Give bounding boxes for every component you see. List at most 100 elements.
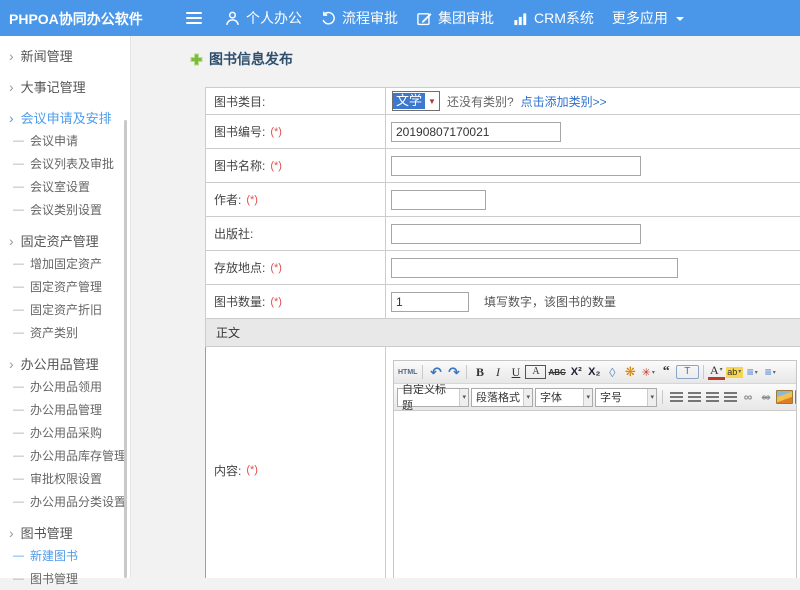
user-icon [224, 10, 241, 27]
strikethrough-button[interactable]: ABC [547, 364, 566, 381]
align-right-button[interactable] [704, 388, 720, 406]
unlink-button[interactable]: ∞ [758, 388, 774, 406]
sidebar-item-9[interactable]: —增加固定资产 [0, 252, 130, 275]
highlight-color-button[interactable]: ab▾ [726, 367, 743, 378]
paste-text-button[interactable]: T [676, 365, 699, 379]
form-field-cell [386, 115, 800, 148]
bold-button[interactable]: B [471, 364, 488, 381]
book-quantity-input[interactable] [391, 292, 469, 312]
blockquote-button[interactable]: “ [658, 364, 675, 381]
paragraph-format-select[interactable]: 段落格式▾ [471, 388, 533, 407]
form-row-2: 图书编号:(*) [205, 115, 800, 149]
topnav-item-2[interactable]: 流程审批 [320, 8, 398, 28]
menu-toggle-button[interactable] [186, 12, 202, 26]
form-row-6: 存放地点:(*) [205, 251, 800, 285]
sidebar-item-15[interactable]: —办公用品管理 [0, 398, 130, 421]
sidebar-item-6[interactable]: —会议室设置 [0, 175, 130, 198]
sidebar-item-2[interactable]: ›大事记管理 [0, 75, 130, 98]
required-mark: (*) [270, 160, 282, 172]
form-row-7: 图书数量:(*)填写数字，该图书的数量 [205, 285, 800, 319]
online-image-button[interactable] [795, 388, 796, 406]
field-label: 图书数量: [214, 293, 265, 310]
publisher-input[interactable] [391, 224, 641, 244]
sidebar-item-8[interactable]: ›固定资产管理 [0, 229, 130, 252]
align-center-button[interactable] [686, 388, 702, 406]
sidebar-item-5[interactable]: —会议列表及审批 [0, 152, 130, 175]
align-left-button[interactable] [668, 388, 684, 406]
underline-button[interactable]: U [507, 364, 524, 381]
sidebar-item-label: 新建图书 [30, 547, 78, 564]
insert-image-button[interactable] [776, 388, 793, 406]
sidebar-item-label: 会议申请及安排 [21, 108, 112, 127]
required-mark: (*) [246, 194, 258, 206]
sidebar-item-19[interactable]: —办公用品分类设置 [0, 490, 130, 513]
form-row-3: 图书名称:(*) [205, 149, 800, 183]
paint-format-button[interactable]: ✳▾ [640, 364, 657, 381]
caret-down-icon: ▾ [647, 389, 656, 406]
sidebar-item-20[interactable]: ›图书管理 [0, 521, 130, 544]
redo-button[interactable]: ↷ [445, 364, 462, 381]
selected-value: 自定义标题 [402, 384, 456, 411]
sidebar-item-18[interactable]: —审批权限设置 [0, 467, 130, 490]
add-category-link[interactable]: 点击添加类别>> [521, 93, 607, 110]
sidebar-item-1[interactable]: ›新闻管理 [0, 44, 130, 67]
sidebar-item-13[interactable]: ›办公用品管理 [0, 352, 130, 375]
sidebar-item-22[interactable]: —图书管理 [0, 567, 130, 590]
book-number-input[interactable] [391, 122, 561, 142]
ordered-list-button[interactable]: ≡▾ [744, 364, 761, 381]
form-label-cell: 存放地点:(*) [206, 251, 386, 284]
topnav-item-4[interactable]: CRM系统 [512, 8, 594, 28]
form-rows: 图书类目:文学▼还没有类别?点击添加类别>>图书编号:(*)图书名称:(*)作者… [205, 88, 800, 319]
eraser-button[interactable]: ◊ [604, 364, 621, 381]
sidebar-item-4[interactable]: —会议申请 [0, 129, 130, 152]
form-row-4: 作者:(*) [205, 183, 800, 217]
toolbar-row-1: HTML↶↷BIUAABCX²X₂◊❋✳▾“TA▾ab▾≡▾≡▾ [394, 361, 796, 384]
subscript-button[interactable]: X₂ [586, 364, 603, 381]
clean-format-button[interactable]: ❋ [622, 364, 639, 381]
html-source-button[interactable]: HTML [397, 364, 418, 381]
sidebar-item-12[interactable]: —资产类别 [0, 321, 130, 344]
form-field-cell: 填写数字，该图书的数量 [386, 285, 800, 318]
italic-button[interactable]: I [489, 364, 506, 381]
book-category-select[interactable]: 文学▼ [392, 91, 440, 111]
sidebar-item-11[interactable]: —固定资产折旧 [0, 298, 130, 321]
unordered-list-button[interactable]: ≡▾ [762, 364, 779, 381]
custom-style-select[interactable]: 自定义标题▾ [397, 388, 469, 407]
online-image-icon [795, 390, 796, 404]
book-name-input[interactable] [391, 156, 641, 176]
font-color-button[interactable]: A▾ [708, 364, 725, 380]
sidebar-item-10[interactable]: —固定资产管理 [0, 275, 130, 298]
sidebar-item-16[interactable]: —办公用品采购 [0, 421, 130, 444]
chevron-right-icon: › [9, 80, 14, 94]
topnav-item-5[interactable]: 更多应用 [612, 8, 684, 28]
sidebar-item-17[interactable]: —办公用品库存管理 [0, 444, 130, 467]
sidebar-item-14[interactable]: —办公用品领用 [0, 375, 130, 398]
form-label-cell: 图书编号:(*) [206, 115, 386, 148]
required-mark: (*) [270, 126, 282, 138]
page-title-row: 图书信息发布 [190, 48, 800, 70]
caret-down-icon: ▼ [425, 97, 439, 106]
chevron-right-icon: › [9, 49, 14, 63]
topnav-label: 个人办公 [246, 8, 302, 28]
author-input[interactable] [391, 190, 486, 210]
dash-icon: — [13, 258, 24, 270]
font-family-select[interactable]: 字体▾ [535, 388, 593, 407]
sidebar-item-7[interactable]: —会议类别设置 [0, 198, 130, 221]
sidebar-item-21[interactable]: —新建图书 [0, 544, 130, 567]
sidebar-item-3[interactable]: ›会议申请及安排 [0, 106, 130, 129]
font-size-select[interactable]: 字号▾ [595, 388, 657, 407]
char-border-button[interactable]: A [525, 365, 546, 379]
superscript-button[interactable]: X² [568, 364, 585, 381]
toolbar-separator [703, 365, 704, 379]
storage-location-input[interactable] [391, 258, 678, 278]
undo-button[interactable]: ↶ [427, 364, 444, 381]
link-button[interactable]: ∞ [740, 388, 756, 406]
sidebar-nav: ›新闻管理›大事记管理›会议申请及安排—会议申请—会议列表及审批—会议室设置—会… [0, 44, 130, 590]
editor-content-area[interactable] [394, 411, 796, 578]
sidebar-scrollbar[interactable] [124, 120, 127, 578]
dash-icon: — [13, 450, 24, 462]
align-justify-button[interactable] [722, 388, 738, 406]
dash-icon: — [13, 158, 24, 170]
topnav-item-3[interactable]: 集团审批 [416, 8, 494, 28]
topnav-item-1[interactable]: 个人办公 [224, 8, 302, 28]
